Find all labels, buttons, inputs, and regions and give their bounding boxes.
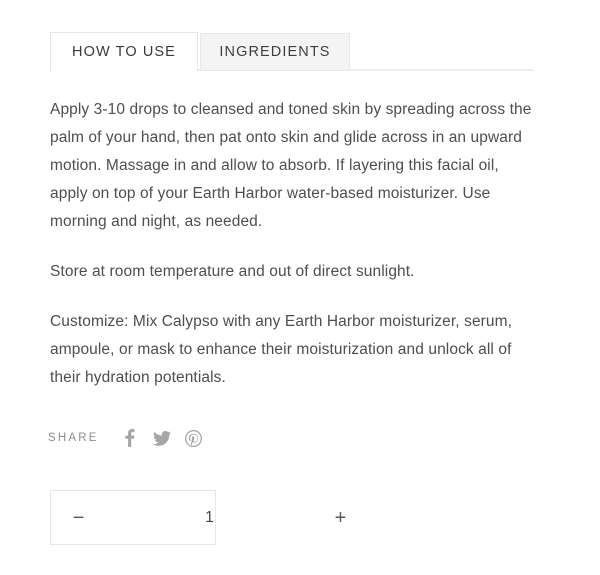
tab-ingredients-label: INGREDIENTS [219, 44, 331, 60]
facebook-icon[interactable] [119, 428, 141, 448]
usage-paragraph: Apply 3-10 drops to cleansed and toned s… [50, 101, 532, 230]
tab-how-to-use-label: HOW TO USE [72, 44, 176, 60]
tab-panel-how-to-use: Apply 3-10 drops to cleansed and toned s… [50, 96, 538, 392]
tab-ingredients[interactable]: INGREDIENTS [200, 33, 350, 71]
quantity-input[interactable] [106, 508, 313, 527]
quantity-decrement-button[interactable]: − [51, 491, 106, 544]
product-details-panel: HOW TO USE INGREDIENTS Apply 3-10 drops … [0, 0, 600, 575]
pinterest-icon[interactable] [183, 428, 205, 448]
tab-bar: HOW TO USE INGREDIENTS [50, 31, 534, 72]
quantity-increment-button[interactable]: + [313, 491, 368, 544]
twitter-icon[interactable] [151, 428, 173, 448]
share-row: SHARE [48, 428, 215, 448]
tab-how-to-use[interactable]: HOW TO USE [50, 32, 198, 72]
share-label: SHARE [48, 432, 99, 444]
storage-paragraph: Store at room temperature and out of dir… [50, 263, 415, 280]
quantity-stepper: − + [50, 490, 346, 545]
customize-paragraph: Customize: Mix Calypso with any Earth Ha… [50, 313, 513, 386]
tab-strip: HOW TO USE INGREDIENTS [50, 31, 534, 72]
